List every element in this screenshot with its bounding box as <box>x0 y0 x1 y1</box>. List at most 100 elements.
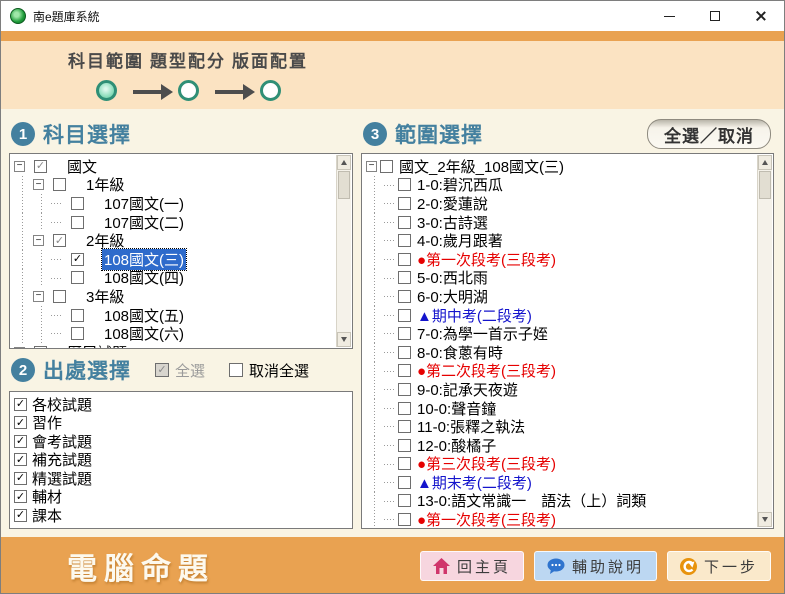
tree-node-row[interactable]: 107國文(二) <box>13 213 336 232</box>
checkbox-icon[interactable] <box>398 290 411 303</box>
checkbox-icon[interactable] <box>53 290 66 303</box>
tree-node-row[interactable]: 11-0:張釋之執法 <box>365 417 757 436</box>
tree-node-row[interactable]: ●第一次段考(三段考) <box>365 250 757 269</box>
checkbox-icon[interactable]: ✓ <box>14 435 27 448</box>
checkbox-icon[interactable] <box>398 364 411 377</box>
checkbox-icon[interactable]: ✓ <box>14 509 27 522</box>
checkbox-icon[interactable] <box>398 494 411 507</box>
tree-node-row[interactable]: ●第三次段考(三段考) <box>365 455 757 474</box>
tree-node-row[interactable]: 108國文(四) <box>13 269 336 288</box>
tree-node-row[interactable]: 4-0:歲月跟著 <box>365 231 757 250</box>
home-button[interactable]: 回主頁 <box>420 551 524 581</box>
tree-node-row[interactable]: ▲期中考(二段考) <box>365 306 757 325</box>
checkbox-icon[interactable] <box>398 402 411 415</box>
next-step-button[interactable]: 下一步 <box>667 551 771 581</box>
checkbox-icon[interactable] <box>71 271 84 284</box>
checkbox-icon[interactable] <box>71 197 84 210</box>
tree-node-row[interactable]: 12-0:酸橘子 <box>365 436 757 455</box>
tree-node-row[interactable]: 5-0:西北雨 <box>365 269 757 288</box>
collapse-icon[interactable]: − <box>366 161 377 172</box>
checkbox-icon[interactable]: ✓ <box>14 472 27 485</box>
tree-node-row[interactable]: ●第二次段考(三段考) <box>365 362 757 381</box>
checkbox-icon[interactable] <box>380 160 393 173</box>
tree-node-row[interactable]: ●第一次段考(三段考) <box>365 510 757 529</box>
close-button[interactable] <box>738 1 784 31</box>
checkbox-icon[interactable]: ✓ <box>14 453 27 466</box>
collapse-icon[interactable]: − <box>33 235 44 246</box>
minimize-button[interactable] <box>646 1 692 31</box>
tree-node-row[interactable]: 107國文(一) <box>13 194 336 213</box>
checkbox-icon[interactable] <box>53 178 66 191</box>
expand-icon[interactable]: + <box>14 347 25 349</box>
tree-node-row[interactable]: ✓108國文(三) <box>13 250 336 269</box>
collapse-icon[interactable]: − <box>33 179 44 190</box>
checkbox-icon[interactable] <box>398 216 411 229</box>
checkbox-icon[interactable]: ✓ <box>71 253 84 266</box>
checkbox-icon[interactable] <box>398 197 411 210</box>
checkbox-icon[interactable] <box>71 216 84 229</box>
list-item[interactable]: ✓會考試題 <box>14 432 348 451</box>
scrollbar-up-button[interactable] <box>337 155 351 170</box>
checkbox-icon[interactable] <box>398 457 411 470</box>
tree-node-row[interactable]: 10-0:聲音鐘 <box>365 399 757 418</box>
checkbox-icon[interactable] <box>398 178 411 191</box>
tree-node-label[interactable]: 歷屆試題 <box>65 342 129 349</box>
list-item[interactable]: ✓輔材 <box>14 488 348 507</box>
tree-node-row[interactable]: 2-0:愛蓮說 <box>365 194 757 213</box>
checkbox-icon[interactable] <box>71 309 84 322</box>
tree-node-label[interactable]: ●第一次段考(三段考) <box>415 509 558 529</box>
deselect-all-checkbox[interactable]: 取消全選 <box>229 360 309 381</box>
checkbox-icon[interactable] <box>398 346 411 359</box>
checkbox-icon[interactable] <box>398 234 411 247</box>
checkbox-icon[interactable] <box>398 476 411 489</box>
tree-node-row[interactable]: 3-0:古詩選 <box>365 213 757 232</box>
checkbox-icon[interactable] <box>398 383 411 396</box>
checkbox-icon[interactable]: ✓ <box>34 160 47 173</box>
scrollbar-thumb[interactable] <box>338 171 350 199</box>
select-toggle-button[interactable]: 全選／取消 <box>647 119 771 149</box>
tree-node-row[interactable]: −3年級 <box>13 287 336 306</box>
maximize-button[interactable] <box>692 1 738 31</box>
tree-node-row[interactable]: 13-0:語文常識一 語法（上）詞類 <box>365 492 757 511</box>
checkbox-icon[interactable] <box>398 309 411 322</box>
tree-node-row[interactable]: 1-0:碧沉西瓜 <box>365 176 757 195</box>
subject-tree-scrollbar[interactable] <box>336 155 351 347</box>
checkbox-icon[interactable] <box>398 327 411 340</box>
list-item[interactable]: ✓習作 <box>14 414 348 433</box>
checkbox-icon[interactable]: ✓ <box>53 234 66 247</box>
list-item-label[interactable]: 課本 <box>32 505 62 526</box>
tree-node-row[interactable]: 9-0:記承天夜遊 <box>365 380 757 399</box>
tree-node-row[interactable]: −國文_2年級_108國文(三) <box>365 157 757 176</box>
collapse-icon[interactable]: − <box>33 291 44 302</box>
checkbox-icon[interactable] <box>398 253 411 266</box>
tree-node-row[interactable]: 8-0:食蔥有時 <box>365 343 757 362</box>
range-tree-scrollbar[interactable] <box>757 155 772 527</box>
tree-node-row[interactable]: 108國文(五) <box>13 306 336 325</box>
scrollbar-up-button[interactable] <box>758 155 772 170</box>
tree-node-row[interactable]: 6-0:大明湖 <box>365 287 757 306</box>
tree-node-row[interactable]: ▲期末考(二段考) <box>365 473 757 492</box>
tree-node-row[interactable]: 108國文(六) <box>13 324 336 343</box>
scrollbar-down-button[interactable] <box>758 512 772 527</box>
checkbox-icon[interactable] <box>398 271 411 284</box>
checkbox-icon[interactable]: ✓ <box>14 398 27 411</box>
checkbox-icon[interactable] <box>398 420 411 433</box>
help-button[interactable]: 輔助說明 <box>534 551 657 581</box>
list-item[interactable]: ✓精選試題 <box>14 469 348 488</box>
scrollbar-down-button[interactable] <box>337 332 351 347</box>
checkbox-icon[interactable] <box>398 513 411 526</box>
list-item[interactable]: ✓各校試題 <box>14 395 348 414</box>
tree-node-row[interactable]: 7-0:為學一首示子姪 <box>365 324 757 343</box>
checkbox-icon[interactable] <box>71 327 84 340</box>
scrollbar-thumb[interactable] <box>759 171 771 199</box>
tree-node-row[interactable]: −✓國文 <box>13 157 336 176</box>
select-all-checkbox[interactable]: ✓ 全選 <box>155 360 205 381</box>
list-item[interactable]: ✓ 課本 <box>14 506 348 525</box>
tree-node-row[interactable]: −✓2年級 <box>13 231 336 250</box>
checkbox-icon[interactable] <box>398 439 411 452</box>
list-item[interactable]: ✓補充試題 <box>14 451 348 470</box>
collapse-icon[interactable]: − <box>14 161 25 172</box>
checkbox-icon[interactable] <box>34 346 47 349</box>
tree-node-row[interactable]: −1年級 <box>13 176 336 195</box>
checkbox-icon[interactable]: ✓ <box>14 416 27 429</box>
